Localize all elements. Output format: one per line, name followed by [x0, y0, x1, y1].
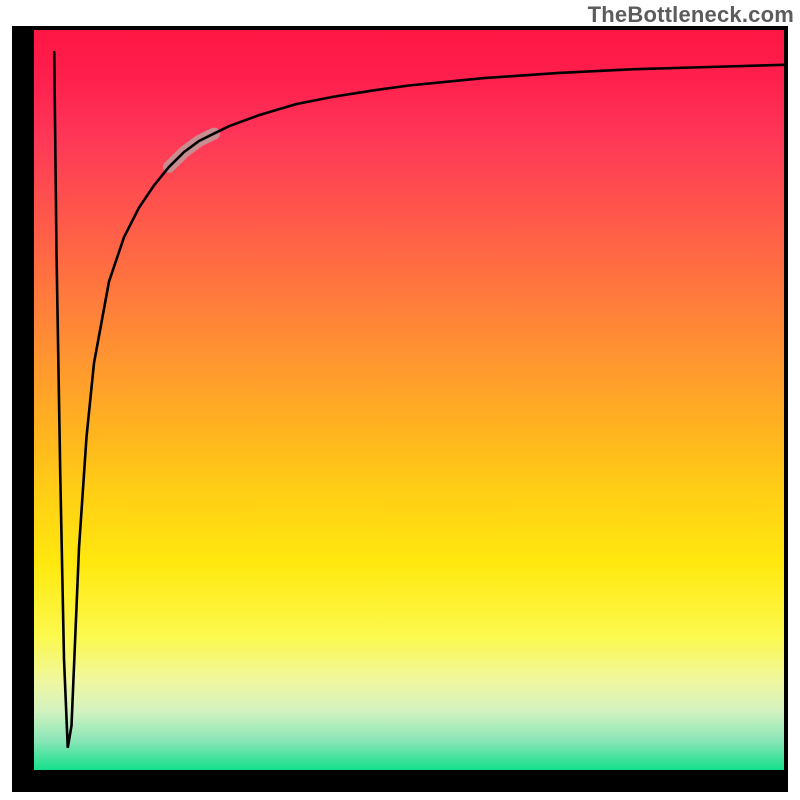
- watermark-text: TheBottleneck.com: [588, 2, 794, 28]
- chart-frame: TheBottleneck.com: [0, 0, 800, 800]
- plot-border: [12, 26, 788, 792]
- plot-area: [34, 30, 784, 770]
- curve-layer: [34, 30, 784, 770]
- bottleneck-curve: [54, 52, 784, 748]
